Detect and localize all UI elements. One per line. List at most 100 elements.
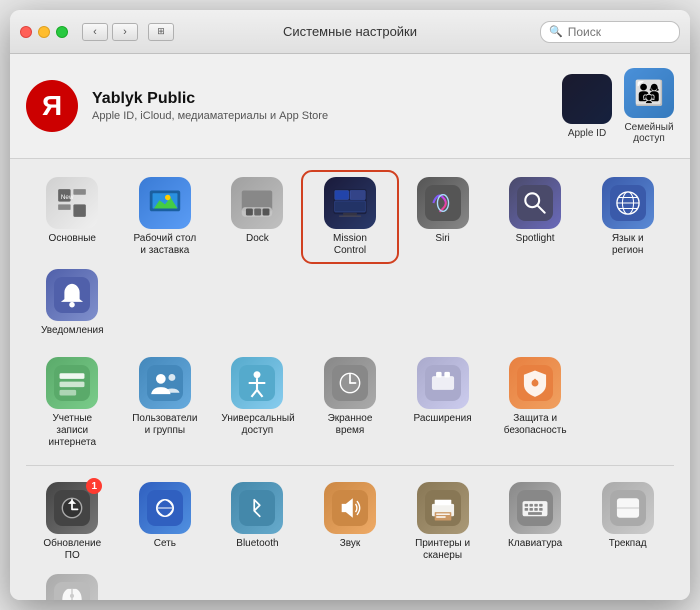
icon-dock <box>231 177 283 229</box>
item-mission[interactable]: MissionControl <box>304 173 397 261</box>
family-button[interactable]: 👨‍👩‍👧 Семейныйдоступ <box>624 68 674 144</box>
search-input[interactable] <box>568 25 671 39</box>
label-klaviat: Клавиатура <box>508 538 562 550</box>
titlebar: ‹ › ⊞ Системные настройки 🔍 <box>10 10 690 54</box>
item-osnov[interactable]: New Основные <box>26 173 119 261</box>
item-trekpad[interactable]: Трекпад <box>581 478 674 566</box>
family-icon-box: 👨‍👩‍👧 <box>624 68 674 118</box>
update-badge: 1 <box>86 478 102 494</box>
profile-section: Я Yablyk Public Apple ID, iCloud, медиам… <box>10 54 690 159</box>
icon-empty1 <box>602 357 654 409</box>
divider-1 <box>26 465 674 466</box>
item-dock[interactable]: Dock <box>211 173 304 261</box>
icon-print <box>417 482 469 534</box>
window-title: Системные настройки <box>283 24 417 39</box>
label-trekpad: Трекпад <box>609 538 647 550</box>
icon-trekpad <box>602 482 654 534</box>
content-area: New Основные Рабочий столи заставка Dock <box>10 159 690 600</box>
item-obnovl[interactable]: 1 ОбновлениеПО <box>26 478 119 566</box>
label-siri: Siri <box>435 233 449 245</box>
icon-yazyk <box>602 177 654 229</box>
label-uchzap: Учетные записиинтернета <box>36 413 108 449</box>
item-set[interactable]: Сеть <box>119 478 212 566</box>
icon-klaviat <box>509 482 561 534</box>
icon-zashch <box>509 357 561 409</box>
item-ekran[interactable]: Экранноевремя <box>304 353 397 453</box>
label-mission: MissionControl <box>333 233 367 257</box>
avatar[interactable]: Я <box>26 80 78 132</box>
label-yazyk: Язык ирегион <box>612 233 644 257</box>
icon-rasshir <box>417 357 469 409</box>
label-rabochiy: Рабочий столи заставка <box>133 233 196 257</box>
maximize-button[interactable] <box>56 26 68 38</box>
item-rasshir[interactable]: Расширения <box>396 353 489 453</box>
item-rabochiy[interactable]: Рабочий столи заставка <box>119 173 212 261</box>
item-polzov[interactable]: Пользователии группы <box>119 353 212 453</box>
label-polzov: Пользователии группы <box>132 413 197 437</box>
system-preferences-window: ‹ › ⊞ Системные настройки 🔍 Я Yablyk Pub… <box>10 10 690 600</box>
search-icon: 🔍 <box>549 25 563 38</box>
item-mysh[interactable]: Мышь <box>26 570 119 600</box>
label-set: Сеть <box>154 538 176 550</box>
item-yazyk[interactable]: Язык ирегион <box>581 173 674 261</box>
icon-mission <box>324 177 376 229</box>
profile-info: Yablyk Public Apple ID, iCloud, медиамат… <box>92 90 548 122</box>
icon-zvuk <box>324 482 376 534</box>
icon-mysh <box>46 574 98 600</box>
forward-button[interactable]: › <box>112 23 138 41</box>
label-uvedom: Уведомления <box>41 325 104 337</box>
item-bt[interactable]: Bluetooth <box>211 478 304 566</box>
icon-osnov: New <box>46 177 98 229</box>
label-spotlight: Spotlight <box>516 233 555 245</box>
family-people-icon: 👨‍👩‍👧 <box>634 79 664 108</box>
item-klaviat[interactable]: Клавиатура <box>489 478 582 566</box>
section-1: New Основные Рабочий столи заставка Dock <box>26 173 674 341</box>
icon-siri <box>417 177 469 229</box>
apple-id-button[interactable]: Apple ID <box>562 74 612 139</box>
apple-id-label: Apple ID <box>568 128 606 139</box>
item-print[interactable]: Принтеры исканеры <box>396 478 489 566</box>
close-button[interactable] <box>20 26 32 38</box>
item-uvedom[interactable]: Уведомления <box>26 265 119 341</box>
profile-subtitle: Apple ID, iCloud, медиаматериалы и App S… <box>92 110 548 122</box>
icon-rabochiy <box>139 177 191 229</box>
icon-bt <box>231 482 283 534</box>
item-spotlight[interactable]: Spotlight <box>489 173 582 261</box>
icon-univers <box>231 357 283 409</box>
search-box[interactable]: 🔍 <box>540 21 680 43</box>
icon-uchzap <box>46 357 98 409</box>
section-2: Учетные записиинтернета Пользователии гр… <box>26 353 674 453</box>
profile-name: Yablyk Public <box>92 90 548 108</box>
family-label: Семейныйдоступ <box>624 122 673 144</box>
icon-ekran <box>324 357 376 409</box>
minimize-button[interactable] <box>38 26 50 38</box>
svg-text:New: New <box>61 194 74 201</box>
icon-set <box>139 482 191 534</box>
nav-buttons: ‹ › <box>82 23 138 41</box>
item-zvuk[interactable]: Звук <box>304 478 397 566</box>
section-3: 1 ОбновлениеПО Сеть <box>26 478 674 600</box>
label-osnov: Основные <box>49 233 96 245</box>
traffic-lights <box>20 26 68 38</box>
back-button[interactable]: ‹ <box>82 23 108 41</box>
item-univers[interactable]: Универсальныйдоступ <box>211 353 304 453</box>
item-uchzap[interactable]: Учетные записиинтернета <box>26 353 119 453</box>
label-rasshir: Расширения <box>413 413 471 425</box>
item-empty1 <box>581 353 674 453</box>
label-dock: Dock <box>246 233 269 245</box>
profile-icons: Apple ID 👨‍👩‍👧 Семейныйдоступ <box>562 68 674 144</box>
label-zashch: Защита ибезопасность <box>504 413 567 437</box>
apple-id-icon-box <box>562 74 612 124</box>
label-obnovl: ОбновлениеПО <box>43 538 101 562</box>
label-ekran: Экранноевремя <box>328 413 373 437</box>
label-zvuk: Звук <box>340 538 361 550</box>
item-siri[interactable]: Siri <box>396 173 489 261</box>
item-zashch[interactable]: Защита ибезопасность <box>489 353 582 453</box>
label-print: Принтеры исканеры <box>415 538 470 562</box>
grid-view-button[interactable]: ⊞ <box>148 23 174 41</box>
icon-polzov <box>139 357 191 409</box>
icon-uvedom <box>46 269 98 321</box>
label-univers: Универсальныйдоступ <box>221 413 293 437</box>
icon-spotlight <box>509 177 561 229</box>
label-bt: Bluetooth <box>236 538 278 550</box>
